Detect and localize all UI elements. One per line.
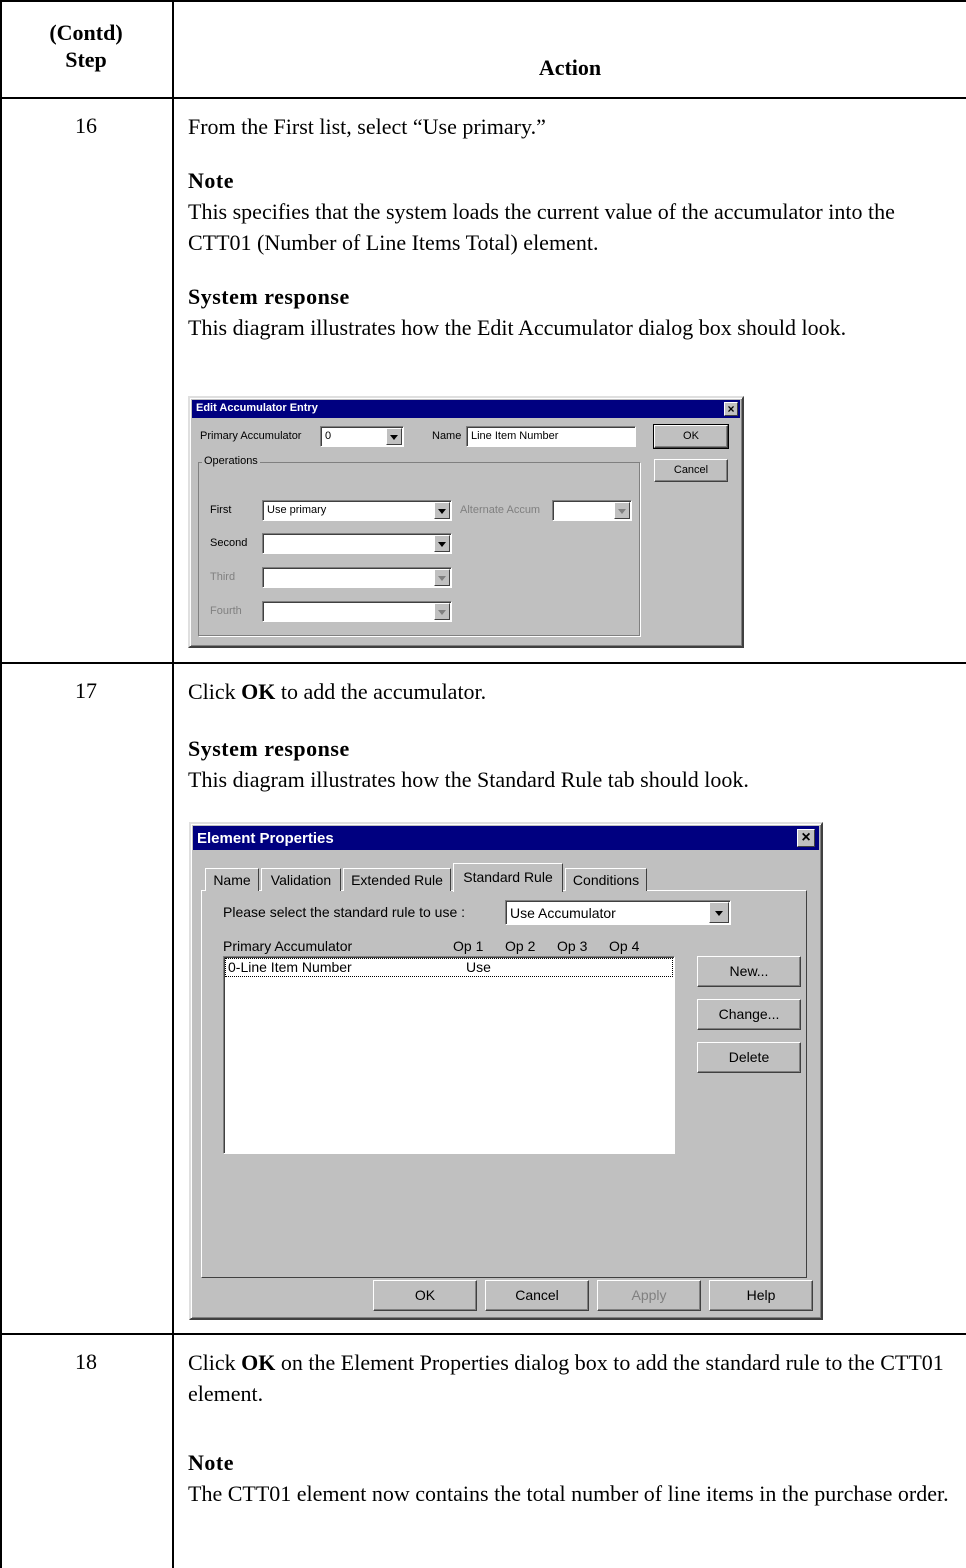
delete-button[interactable]: Delete <box>697 1042 801 1073</box>
new-button[interactable]: New... <box>697 956 801 987</box>
note-heading: Note <box>188 1450 234 1475</box>
row-divider-16-17 <box>0 662 966 664</box>
standard-rule-select[interactable]: Use Accumulator <box>505 900 731 925</box>
element-properties-dialog: Element Properties × Name Validation Ext… <box>189 822 823 1320</box>
dialog-title-bar: Element Properties × <box>193 826 819 850</box>
name-field[interactable]: Line Item Number <box>466 426 636 447</box>
list-header-op2: Op 2 <box>505 938 536 954</box>
primary-accumulator-select[interactable]: 0 <box>320 426 404 447</box>
tab-extended-rule[interactable]: Extended Rule <box>343 868 451 891</box>
name-field-value: Line Item Number <box>471 430 559 442</box>
list-header-primary: Primary Accumulator <box>223 938 353 954</box>
name-label: Name <box>432 430 462 442</box>
dialog-title: Element Properties <box>197 830 334 847</box>
chevron-down-icon[interactable] <box>614 502 630 519</box>
help-button[interactable]: Help <box>709 1280 813 1311</box>
tab-standard-rule[interactable]: Standard Rule <box>453 863 563 892</box>
first-select[interactable]: Use primary <box>262 500 452 521</box>
step-number: 16 <box>75 113 97 138</box>
chevron-down-icon[interactable] <box>434 569 450 586</box>
list-header-op4: Op 4 <box>609 938 640 954</box>
note-heading: Note <box>188 168 234 193</box>
cancel-button[interactable]: Cancel <box>485 1280 589 1311</box>
step-number: 17 <box>75 678 97 703</box>
standard-rule-select-value: Use Accumulator <box>510 905 616 921</box>
chevron-down-icon[interactable] <box>709 902 729 923</box>
dialog-title: Edit Accumulator Entry <box>196 402 318 414</box>
list-item[interactable]: 0-Line Item Number Use <box>225 958 673 977</box>
note-text: This specifies that the system loads the… <box>188 199 895 255</box>
dialog-title-bar: Edit Accumulator Entry × <box>192 400 740 418</box>
edit-accumulator-dialog: Edit Accumulator Entry × Primary Accumul… <box>188 396 744 648</box>
alternate-accum-select[interactable] <box>552 500 632 521</box>
tab-conditions[interactable]: Conditions <box>565 868 647 891</box>
chevron-down-icon[interactable] <box>434 502 450 519</box>
tab-validation[interactable]: Validation <box>261 868 341 891</box>
cancel-button[interactable]: Cancel <box>654 459 728 482</box>
fourth-label: Fourth <box>210 605 242 617</box>
note-text: The CTT01 element now contains the total… <box>188 1481 949 1506</box>
second-select[interactable] <box>262 533 452 554</box>
operations-group-label: Operations <box>202 455 260 467</box>
chevron-down-icon[interactable] <box>434 535 450 552</box>
ok-button[interactable]: OK <box>373 1280 477 1311</box>
close-icon[interactable]: × <box>797 829 815 847</box>
step-action: From the First list, select “Use primary… <box>188 114 546 139</box>
step-column-header: (Contd) Step <box>0 19 172 73</box>
third-label: Third <box>210 571 236 583</box>
primary-accumulator-label: Primary Accumulator <box>200 430 302 442</box>
row-divider-17-18 <box>0 1333 966 1335</box>
accumulator-list[interactable]: 0-Line Item Number Use <box>223 956 675 1154</box>
apply-button[interactable]: Apply <box>597 1280 701 1311</box>
second-label: Second <box>210 537 248 549</box>
action-suffix: on the Element Properties dialog box to … <box>188 1350 944 1406</box>
list-header-op1: Op 1 <box>453 938 484 954</box>
response-heading: System response <box>188 736 350 761</box>
list-item-name: 0-Line Item Number <box>228 959 352 975</box>
ok-button[interactable]: OK <box>653 424 729 449</box>
fourth-select[interactable] <box>262 601 452 622</box>
chevron-down-icon[interactable] <box>386 428 402 445</box>
step-number: 18 <box>75 1349 97 1374</box>
response-heading: System response <box>188 284 350 309</box>
first-select-value: Use primary <box>267 504 327 516</box>
step-header-line1: (Contd) <box>49 20 123 45</box>
action-bold: OK <box>241 679 276 704</box>
response-text: This diagram illustrates how the Edit Ac… <box>188 315 847 340</box>
first-label: First <box>210 504 232 516</box>
alternate-accum-label: Alternate Accum <box>460 504 541 516</box>
response-text: This diagram illustrates how the Standar… <box>188 767 749 792</box>
change-button[interactable]: Change... <box>697 999 801 1030</box>
chevron-down-icon[interactable] <box>434 603 450 620</box>
action-prefix: Click <box>188 1350 242 1375</box>
action-suffix: to add the accumulator. <box>275 679 487 704</box>
list-item-op1: Use <box>466 959 491 975</box>
table-border-top <box>0 0 966 2</box>
step-action: Click OK on the Element Properties dialo… <box>188 1347 958 1409</box>
tab-name[interactable]: Name <box>205 868 259 891</box>
action-prefix: Click <box>188 679 242 704</box>
action-bold: OK <box>241 1350 276 1375</box>
primary-accumulator-value: 0 <box>325 430 332 442</box>
third-select[interactable] <box>262 567 452 588</box>
standard-rule-label: Please select the standard rule to use : <box>223 904 466 920</box>
step-header-line2: Step <box>65 47 107 72</box>
list-header-op3: Op 3 <box>557 938 588 954</box>
step-action: Click OK to add the accumulator. <box>188 676 958 707</box>
close-icon[interactable]: × <box>724 402 738 416</box>
action-column-header: Action <box>538 55 602 80</box>
header-divider <box>0 97 966 99</box>
